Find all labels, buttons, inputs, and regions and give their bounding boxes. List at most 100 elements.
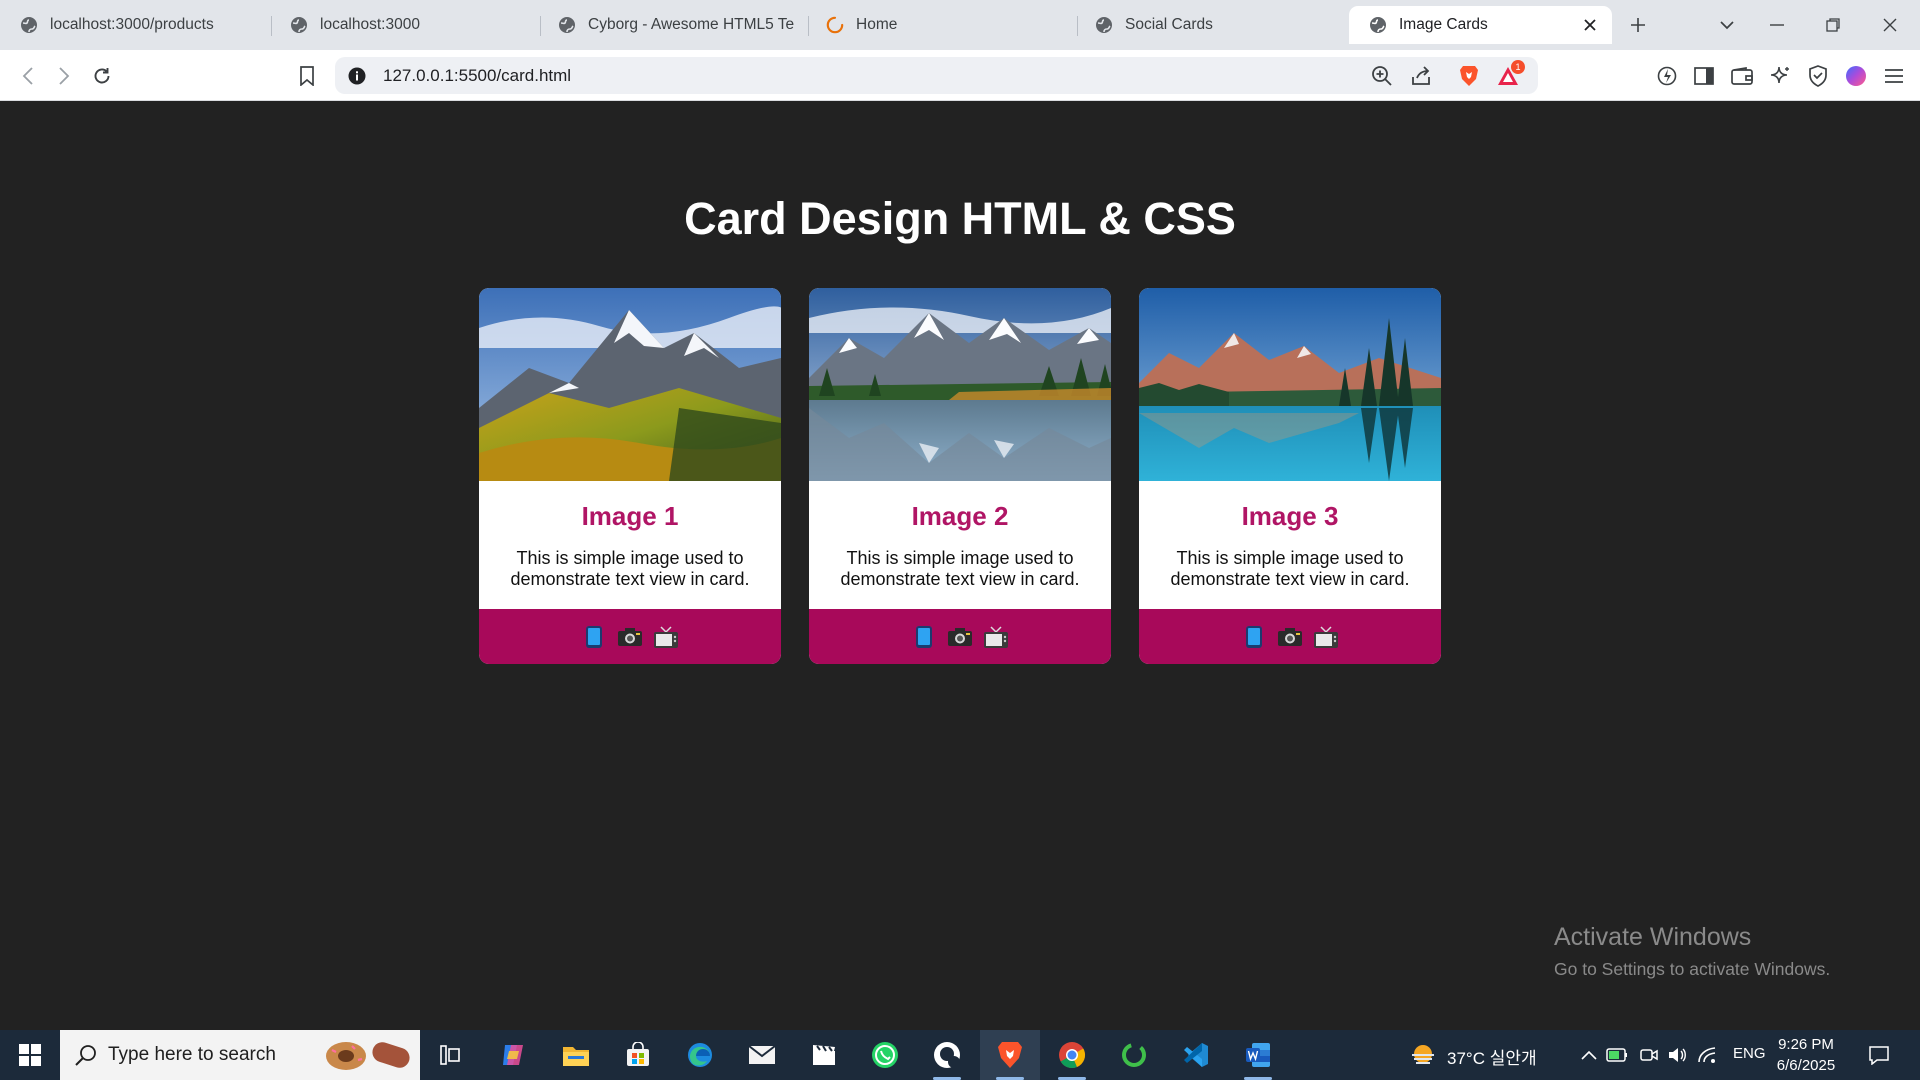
minimize-window-icon[interactable] — [1762, 10, 1792, 40]
browser-tab-strip: localhost:3000/products localhost:3000 C… — [0, 0, 1920, 50]
search-icon — [74, 1043, 98, 1067]
weather-text[interactable]: 37°C 실안개 — [1447, 1044, 1537, 1069]
card-title: Image 1 — [581, 501, 679, 531]
windows-start-button[interactable] — [0, 1030, 60, 1080]
forward-arrow-icon[interactable] — [48, 60, 80, 92]
copilot-icon[interactable] — [485, 1030, 541, 1080]
share-icon[interactable] — [1408, 63, 1434, 89]
restore-window-icon[interactable] — [1818, 10, 1848, 40]
address-bar[interactable]: 127.0.0.1:5500/card.html 1 — [335, 57, 1538, 94]
tab-label: localhost:3000/products — [50, 16, 214, 33]
microsoft-store-icon[interactable] — [610, 1030, 666, 1080]
video-editor-icon[interactable] — [796, 1030, 852, 1080]
card-footer — [1139, 609, 1441, 664]
activate-windows-title: Activate Windows — [1554, 923, 1752, 951]
mobile-phone-icon[interactable] — [581, 624, 607, 650]
browser-toolbar: 127.0.0.1:5500/card.html 1 — [0, 50, 1920, 101]
card-body: Image 2 This is simple image used to dem… — [809, 481, 1111, 609]
globe-icon — [1369, 16, 1387, 34]
tab-cyborg[interactable]: Cyborg - Awesome HTML5 Ten — [538, 6, 808, 44]
card-image-alpine-lake — [1139, 288, 1441, 481]
bookmark-icon[interactable] — [291, 60, 323, 92]
brave-shields-icon[interactable] — [1456, 63, 1482, 89]
television-icon[interactable] — [983, 624, 1009, 650]
tab-image-cards[interactable]: Image Cards — [1349, 6, 1612, 44]
brave-rewards-icon[interactable]: 1 — [1495, 60, 1525, 89]
windows-taskbar: Type here to search 37°C 실안개 ENG 9:26 PM… — [0, 1030, 1920, 1080]
sidebar-toggle-icon[interactable] — [1688, 60, 1720, 92]
battery-icon[interactable] — [1606, 1044, 1628, 1066]
tab-home[interactable]: Home — [806, 6, 1076, 44]
close-window-icon[interactable] — [1875, 10, 1905, 40]
globe-icon — [290, 16, 308, 34]
reload-icon[interactable] — [86, 60, 118, 92]
card-text: This is simple image used to demonstrate… — [1170, 548, 1410, 589]
whatsapp-icon[interactable] — [857, 1030, 913, 1080]
card-image-lake-reflection — [809, 288, 1111, 481]
globe-icon — [558, 16, 576, 34]
back-arrow-icon[interactable] — [12, 60, 44, 92]
input-language[interactable]: ENG — [1733, 1045, 1766, 1062]
site-info-icon[interactable] — [344, 63, 370, 89]
leo-ai-icon[interactable] — [1651, 60, 1683, 92]
word-icon[interactable] — [1230, 1030, 1286, 1080]
url-text[interactable]: 127.0.0.1:5500/card.html — [383, 66, 571, 86]
volume-icon[interactable] — [1666, 1044, 1688, 1066]
vpn-shield-icon[interactable] — [1802, 60, 1834, 92]
wifi-icon[interactable] — [1696, 1044, 1718, 1066]
taskbar-clock[interactable]: 9:26 PM 6/6/2025 — [1770, 1034, 1842, 1076]
show-hidden-icons-chevron-icon[interactable] — [1578, 1044, 1600, 1066]
television-icon[interactable] — [653, 624, 679, 650]
card-text: This is simple image used to demonstrate… — [840, 548, 1080, 589]
loading-spinner-icon — [826, 16, 844, 34]
clock-date: 6/6/2025 — [1776, 1057, 1836, 1074]
task-view-icon[interactable] — [422, 1030, 478, 1080]
camera-icon[interactable] — [947, 624, 973, 650]
taskbar-search-box[interactable]: Type here to search — [60, 1030, 420, 1080]
file-explorer-icon[interactable] — [548, 1030, 604, 1080]
edge-browser-icon[interactable] — [672, 1030, 728, 1080]
mobile-phone-icon[interactable] — [1241, 624, 1267, 650]
page-title: Card Design HTML & CSS — [684, 193, 1236, 244]
wallet-icon[interactable] — [1726, 60, 1758, 92]
tab-localhost[interactable]: localhost:3000 — [270, 6, 540, 44]
github-desktop-icon[interactable] — [919, 1030, 975, 1080]
card-body: Image 3 This is simple image used to dem… — [1139, 481, 1441, 609]
zoom-icon[interactable] — [1369, 63, 1395, 89]
close-tab-icon[interactable] — [1580, 15, 1600, 35]
mail-icon[interactable] — [734, 1030, 790, 1080]
new-tab-button[interactable] — [1623, 10, 1653, 40]
image-card: Image 3 This is simple image used to dem… — [1139, 288, 1441, 664]
vs-code-icon[interactable] — [1168, 1030, 1224, 1080]
tab-search-chevron-icon[interactable] — [1712, 10, 1742, 40]
ai-sparkle-icon[interactable] — [1764, 60, 1796, 92]
weather-haze-icon[interactable] — [1409, 1042, 1437, 1068]
card-footer — [479, 609, 781, 664]
circular-app-icon[interactable] — [1106, 1030, 1162, 1080]
television-icon[interactable] — [1313, 624, 1339, 650]
tab-label: localhost:3000 — [320, 16, 420, 33]
activate-windows-subtitle: Go to Settings to activate Windows. — [1554, 959, 1831, 979]
card-container: Image 1 This is simple image used to dem… — [479, 288, 1441, 664]
menu-icon[interactable] — [1878, 60, 1910, 92]
tab-social-cards[interactable]: Social Cards — [1075, 6, 1345, 44]
tab-label: Social Cards — [1125, 16, 1213, 33]
camera-icon[interactable] — [1277, 624, 1303, 650]
card-footer — [809, 609, 1111, 664]
tab-localhost-products[interactable]: localhost:3000/products — [0, 6, 270, 44]
tab-label: Cyborg - Awesome HTML5 Ten — [588, 16, 794, 33]
card-text: This is simple image used to demonstrate… — [510, 548, 750, 589]
meet-now-icon[interactable] — [1638, 1044, 1660, 1066]
chrome-icon[interactable] — [1044, 1030, 1100, 1080]
brave-browser-taskbar-icon[interactable] — [980, 1030, 1040, 1080]
camera-icon[interactable] — [617, 624, 643, 650]
notification-center-icon[interactable] — [1868, 1044, 1890, 1066]
mobile-phone-icon[interactable] — [911, 624, 937, 650]
profile-avatar-icon[interactable] — [1840, 60, 1872, 92]
card-image-mountain-autumn — [479, 288, 781, 481]
tab-label: Home — [856, 16, 898, 33]
globe-icon — [1095, 16, 1113, 34]
card-title: Image 2 — [911, 501, 1009, 531]
card-body: Image 1 This is simple image used to dem… — [479, 481, 781, 609]
image-card: Image 2 This is simple image used to dem… — [809, 288, 1111, 664]
